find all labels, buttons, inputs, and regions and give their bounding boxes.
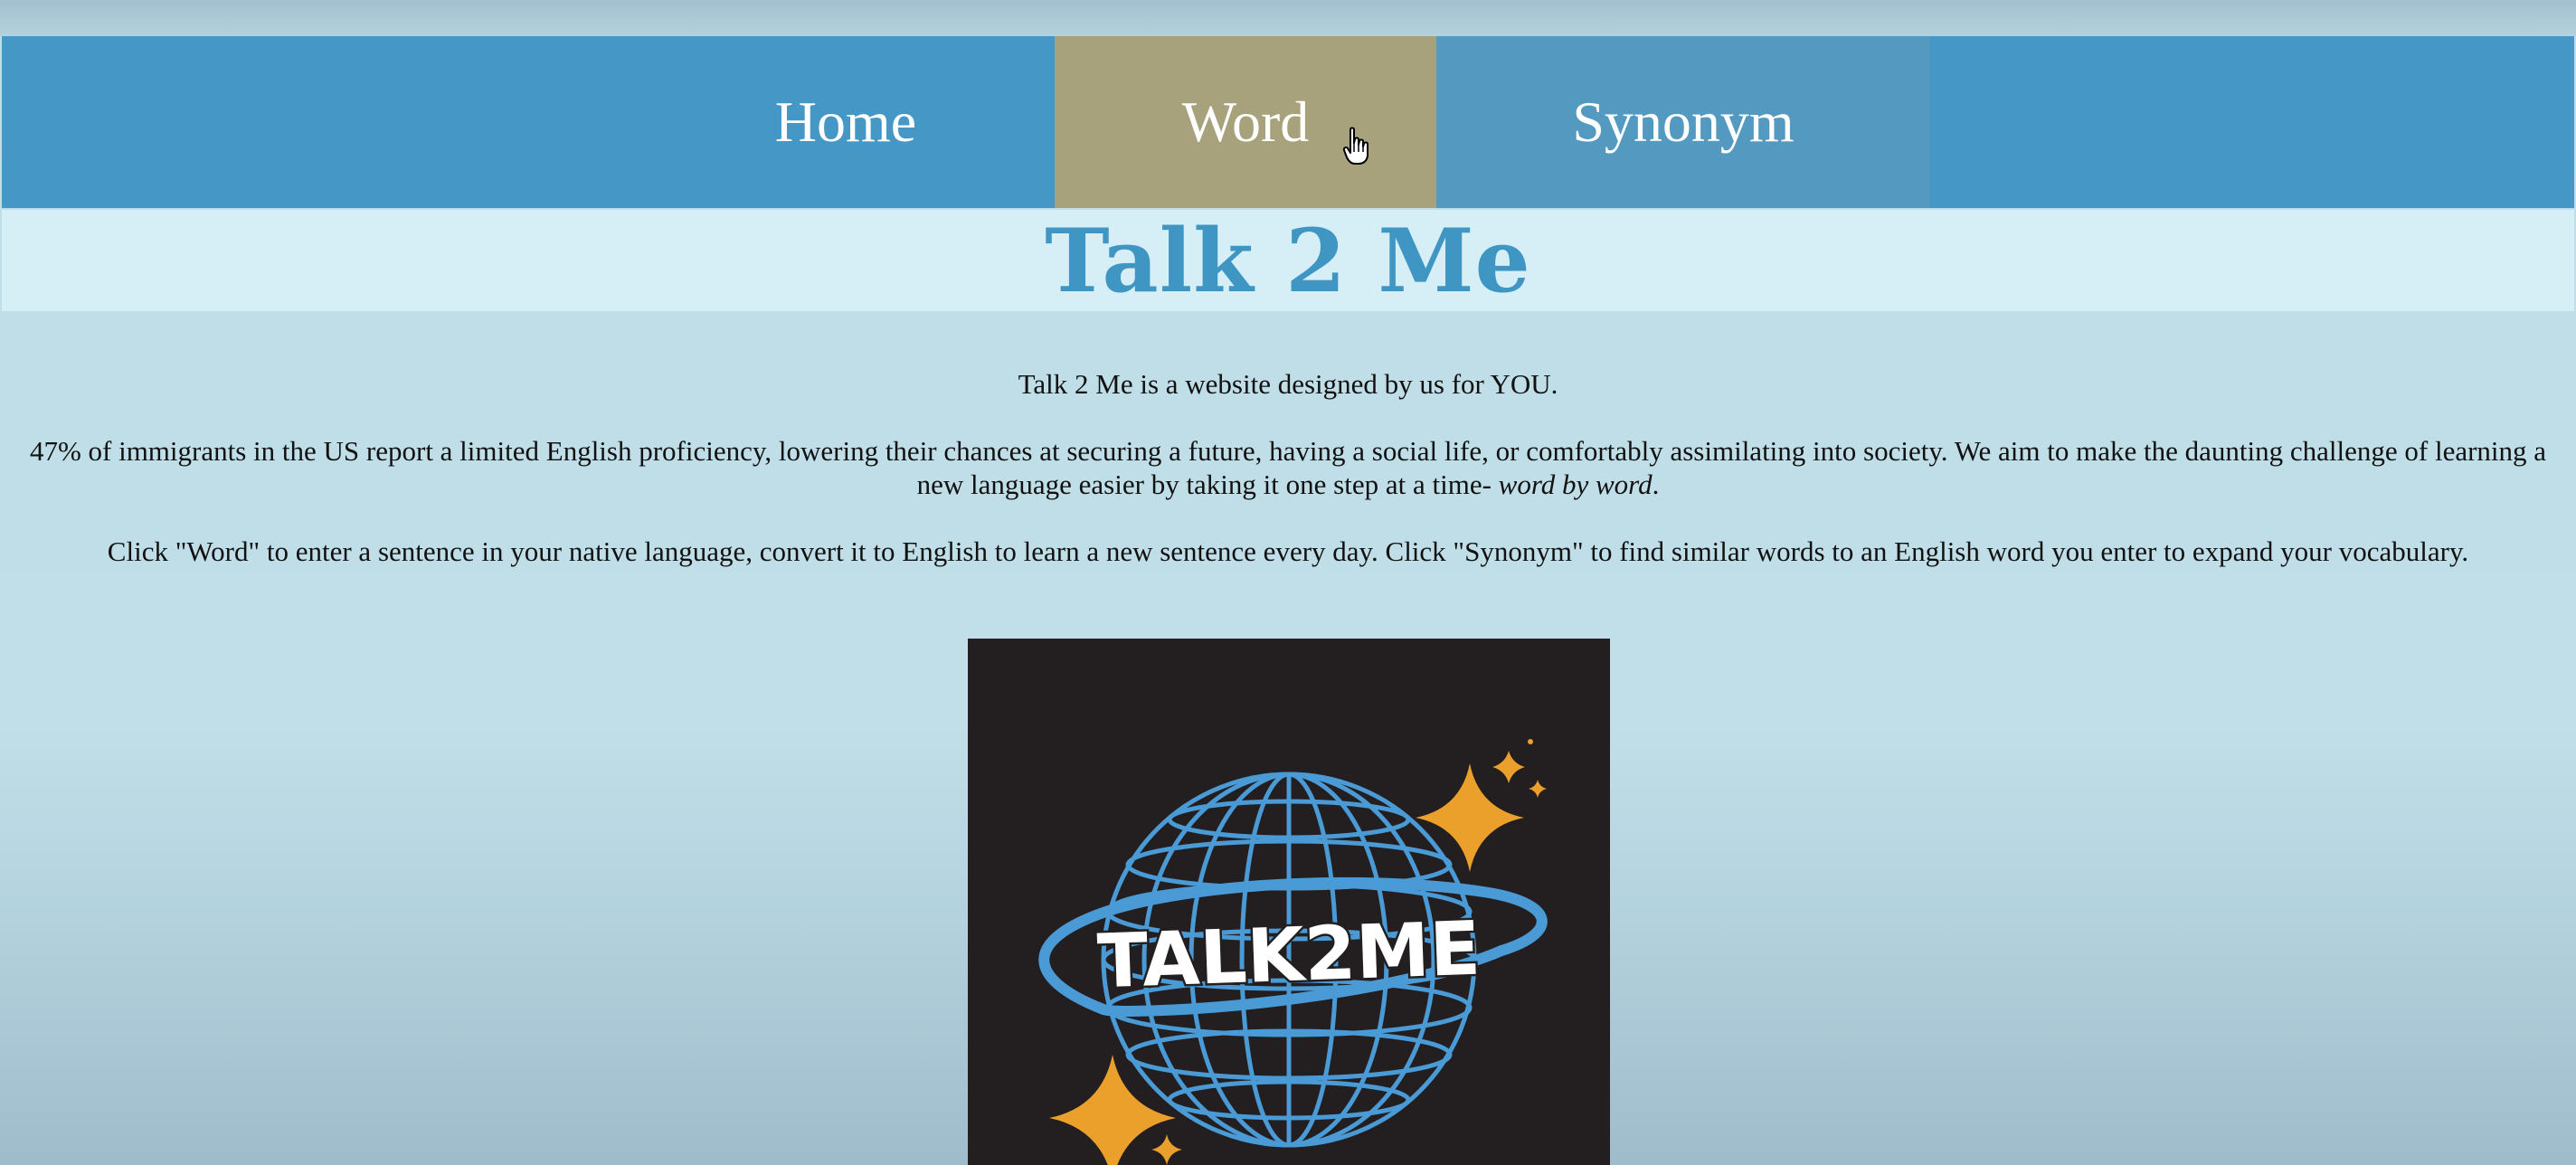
hand-cursor-icon	[1342, 127, 1368, 165]
intro-paragraph-2-text: 47% of immigrants in the US report a lim…	[29, 435, 2547, 500]
page-title: Talk 2 Me	[1045, 209, 1531, 312]
intro-paragraph-2: 47% of immigrants in the US report a lim…	[27, 434, 2549, 501]
nav-synonym-link[interactable]: Synonym	[1436, 36, 1930, 208]
nav-word-link[interactable]: Word	[1055, 36, 1436, 208]
globe-logo-icon: TALK2ME	[1038, 739, 1548, 1165]
title-band: Talk 2 Me	[2, 209, 2574, 312]
intro-paragraph-2-emphasis: word by word	[1498, 469, 1653, 500]
intro-line-1: Talk 2 Me is a website designed by us fo…	[1018, 368, 1558, 400]
main-navbar: Home Word Synonym	[2, 36, 2574, 208]
talk2me-logo: TALK2ME	[968, 639, 1610, 1165]
intro-paragraph-2-end: .	[1652, 469, 1660, 500]
intro-line-3: Click "Word" to enter a sentence in your…	[107, 535, 2469, 567]
svg-text:TALK2ME: TALK2ME	[1096, 906, 1482, 1006]
browser-top-strip	[0, 0, 2576, 36]
intro-content: Talk 2 Me is a website designed by us fo…	[27, 367, 2549, 601]
nav-home-link[interactable]: Home	[696, 36, 995, 208]
